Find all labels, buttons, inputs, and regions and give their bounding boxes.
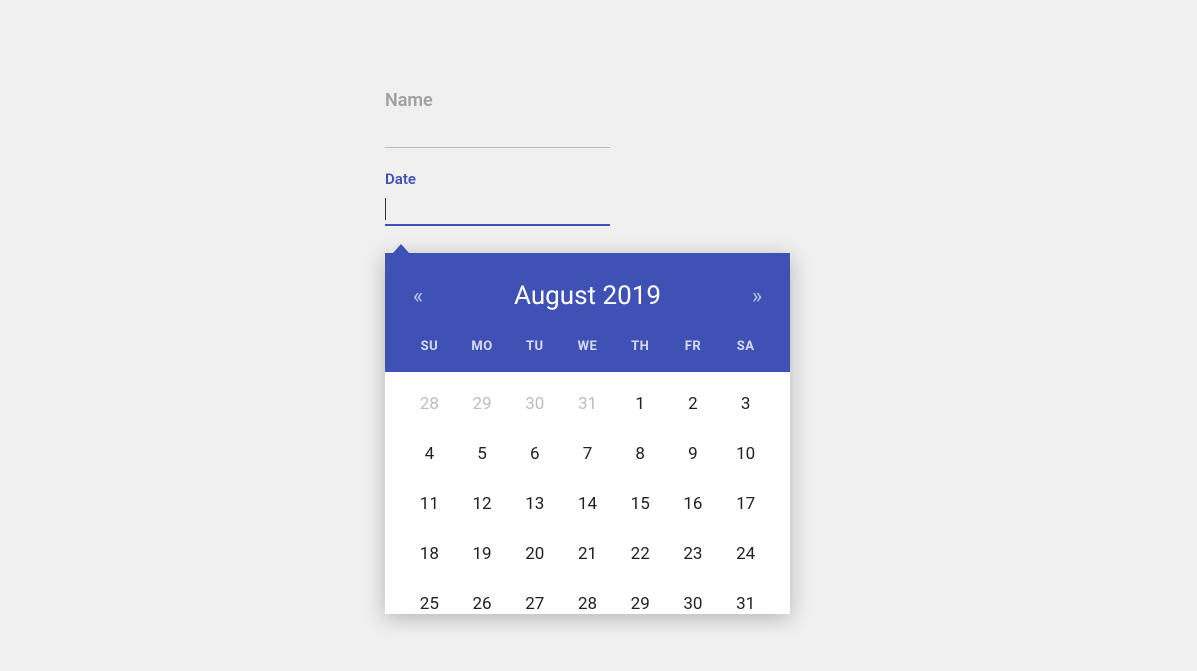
datepicker-arrow-icon [393, 244, 409, 253]
day-cell[interactable]: 29 [456, 394, 509, 414]
day-cell[interactable]: 29 [614, 594, 667, 614]
day-cell[interactable]: 1 [614, 394, 667, 414]
day-cell[interactable]: 13 [508, 494, 561, 514]
day-cell[interactable]: 2 [667, 394, 720, 414]
day-cell[interactable]: 12 [456, 494, 509, 514]
text-caret [385, 198, 386, 220]
dow-fr: FR [667, 339, 720, 354]
day-cell[interactable]: 30 [667, 594, 720, 614]
day-cell[interactable]: 14 [561, 494, 614, 514]
day-cell[interactable]: 28 [403, 394, 456, 414]
day-cell[interactable]: 17 [719, 494, 772, 514]
dow-we: WE [561, 339, 614, 354]
day-cell[interactable]: 26 [456, 594, 509, 614]
day-cell[interactable]: 27 [508, 594, 561, 614]
name-label: Name [385, 90, 610, 111]
day-cell[interactable]: 24 [719, 544, 772, 564]
datepicker-body: 2829303112345678910111213141516171819202… [385, 372, 790, 614]
day-cell[interactable]: 16 [667, 494, 720, 514]
day-cell[interactable]: 10 [719, 444, 772, 464]
day-cell[interactable]: 19 [456, 544, 509, 564]
day-cell[interactable]: 8 [614, 444, 667, 464]
next-month-button[interactable]: » [742, 284, 772, 309]
dow-mo: MO [456, 339, 509, 354]
day-cell[interactable]: 25 [403, 594, 456, 614]
prev-month-button[interactable]: « [403, 284, 433, 309]
date-input[interactable] [385, 196, 610, 226]
form: Name Date [385, 90, 610, 248]
datepicker-title[interactable]: August 2019 [514, 281, 661, 311]
day-cell[interactable]: 18 [403, 544, 456, 564]
day-cell[interactable]: 11 [403, 494, 456, 514]
day-cell[interactable]: 3 [719, 394, 772, 414]
day-cell[interactable]: 31 [719, 594, 772, 614]
day-cell[interactable]: 15 [614, 494, 667, 514]
dow-su: SU [403, 339, 456, 354]
datepicker-nav: « August 2019 » [403, 281, 772, 311]
name-input[interactable] [385, 119, 610, 148]
day-cell[interactable]: 4 [403, 444, 456, 464]
day-cell[interactable]: 23 [667, 544, 720, 564]
datepicker: « August 2019 » SU MO TU WE TH FR SA 282… [385, 253, 790, 614]
dow-sa: SA [719, 339, 772, 354]
day-cell[interactable]: 30 [508, 394, 561, 414]
datepicker-grid: 2829303112345678910111213141516171819202… [403, 394, 772, 614]
day-cell[interactable]: 22 [614, 544, 667, 564]
date-label: Date [385, 170, 610, 188]
day-cell[interactable]: 31 [561, 394, 614, 414]
day-of-week-row: SU MO TU WE TH FR SA [403, 339, 772, 354]
dow-tu: TU [508, 339, 561, 354]
name-field: Name [385, 90, 610, 148]
dow-th: TH [614, 339, 667, 354]
day-cell[interactable]: 20 [508, 544, 561, 564]
day-cell[interactable]: 5 [456, 444, 509, 464]
day-cell[interactable]: 7 [561, 444, 614, 464]
day-cell[interactable]: 9 [667, 444, 720, 464]
day-cell[interactable]: 21 [561, 544, 614, 564]
date-field: Date [385, 170, 610, 226]
datepicker-header: « August 2019 » SU MO TU WE TH FR SA [385, 253, 790, 372]
day-cell[interactable]: 28 [561, 594, 614, 614]
day-cell[interactable]: 6 [508, 444, 561, 464]
